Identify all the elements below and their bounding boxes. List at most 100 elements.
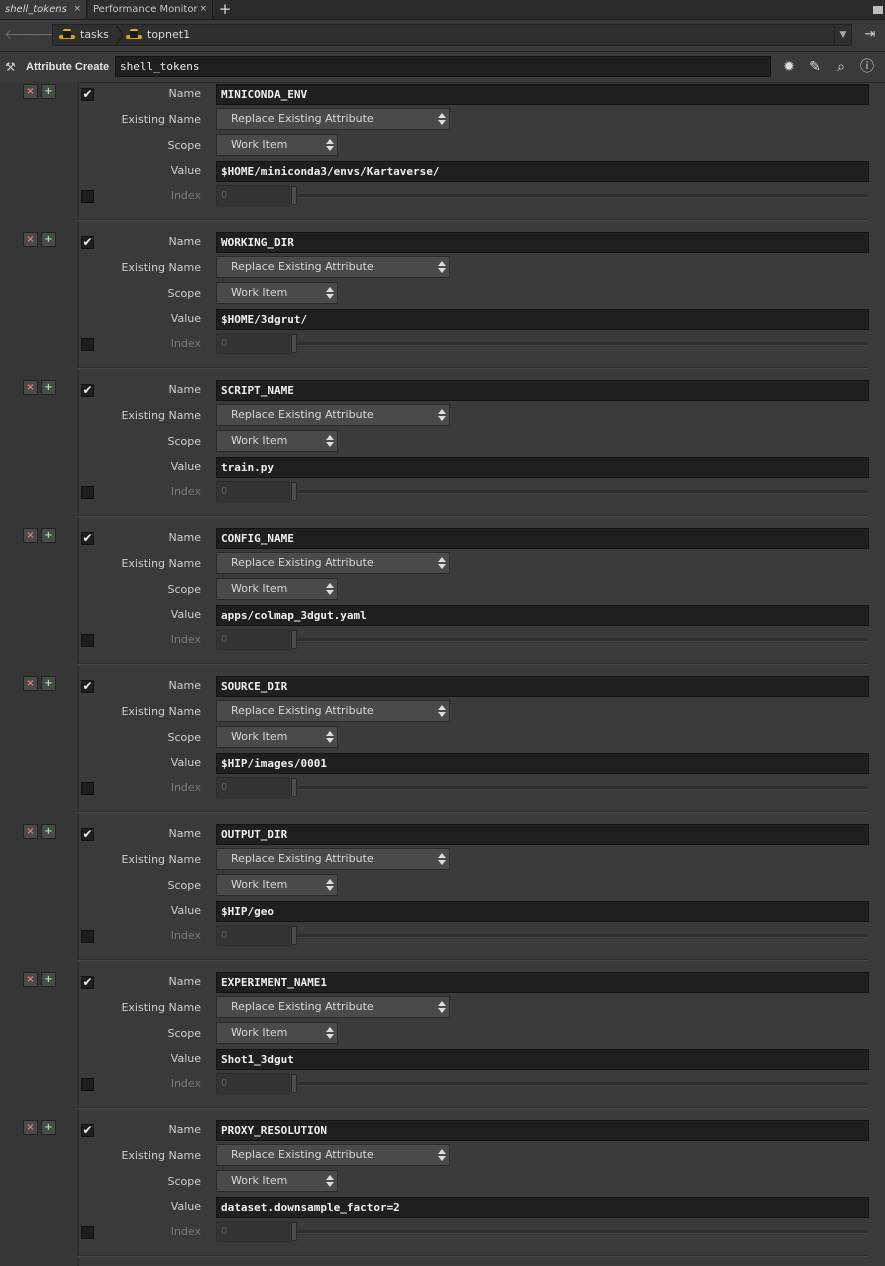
index-enable-checkbox[interactable] [81,190,94,203]
node-name-field[interactable]: shell_tokens [115,56,771,77]
node-type-icon[interactable]: ⚒ [5,59,21,75]
scope-menu[interactable]: Work Item [216,874,338,896]
existing-name-menu[interactable]: Replace Existing Attribute [216,700,450,722]
index-field[interactable]: 0 [216,333,290,354]
index-enable-checkbox[interactable] [81,1226,94,1239]
index-slider[interactable] [291,185,868,206]
name-enable-checkbox[interactable]: ✔ [81,236,94,249]
remove-entry-icon[interactable]: × [23,84,38,99]
index-enable-checkbox[interactable] [81,782,94,795]
scope-menu[interactable]: Work Item [216,1170,338,1192]
name-enable-checkbox[interactable]: ✔ [81,1124,94,1137]
breadcrumb-tasks[interactable]: tasks [59,25,109,45]
remove-entry-icon[interactable]: × [23,232,38,247]
index-field[interactable]: 0 [216,481,290,502]
existing-name-menu[interactable]: Replace Existing Attribute [216,552,450,574]
breadcrumb-topnet1[interactable]: topnet1 [126,25,190,45]
value-field[interactable]: apps/colmap_3dgut.yaml [216,605,869,626]
index-slider[interactable] [291,629,868,650]
index-field[interactable]: 0 [216,925,290,946]
scope-menu[interactable]: Work Item [216,1022,338,1044]
insert-entry-icon[interactable]: + [41,84,56,99]
index-field[interactable]: 0 [216,1221,290,1242]
remove-entry-icon[interactable]: × [23,676,38,691]
name-enable-checkbox[interactable]: ✔ [81,384,94,397]
existing-name-menu[interactable]: Replace Existing Attribute [216,256,450,278]
add-tab-icon[interactable]: + [216,0,234,19]
name-field[interactable]: WORKING_DIR [216,232,869,253]
index-enable-checkbox[interactable] [81,1078,94,1091]
existing-name-menu[interactable]: Replace Existing Attribute [216,1144,450,1166]
value-field[interactable]: dataset.downsample_factor=2 [216,1197,869,1218]
remove-entry-icon[interactable]: × [23,380,38,395]
scope-menu[interactable]: Work Item [216,726,338,748]
index-slider[interactable] [291,333,868,354]
index-slider[interactable] [291,777,868,798]
index-field[interactable]: 0 [216,629,290,650]
name-field[interactable]: CONFIG_NAME [216,528,869,549]
insert-entry-icon[interactable]: + [41,824,56,839]
slider-handle[interactable] [291,926,297,945]
insert-entry-icon[interactable]: + [41,380,56,395]
remove-entry-icon[interactable]: × [23,972,38,987]
name-field[interactable]: OUTPUT_DIR [216,824,869,845]
tab-performance-monitor[interactable]: Performance Monitor × [88,0,213,19]
existing-name-menu[interactable]: Replace Existing Attribute [216,848,450,870]
index-enable-checkbox[interactable] [81,486,94,499]
existing-name-menu[interactable]: Replace Existing Attribute [216,404,450,426]
slider-handle[interactable] [291,630,297,649]
index-enable-checkbox[interactable] [81,930,94,943]
info-icon[interactable]: ⓘ [857,58,877,76]
index-slider[interactable] [291,481,868,502]
gear-icon[interactable]: ✹ [779,58,799,76]
index-field[interactable]: 0 [216,1073,290,1094]
index-enable-checkbox[interactable] [81,634,94,647]
back-arrow-icon[interactable]: 🡐 [4,28,42,42]
remove-entry-icon[interactable]: × [23,1120,38,1135]
brush-icon[interactable]: ✎ [805,58,825,76]
name-field[interactable]: MINICONDA_ENV [216,84,869,105]
remove-entry-icon[interactable]: × [23,528,38,543]
slider-handle[interactable] [291,778,297,797]
value-field[interactable]: $HOME/3dgrut/ [216,309,869,330]
insert-entry-icon[interactable]: + [41,1120,56,1135]
name-enable-checkbox[interactable]: ✔ [81,828,94,841]
index-slider[interactable] [291,925,868,946]
index-field[interactable]: 0 [216,777,290,798]
scope-menu[interactable]: Work Item [216,578,338,600]
existing-name-menu[interactable]: Replace Existing Attribute [216,108,450,130]
index-field[interactable]: 0 [216,185,290,206]
forward-arrow-icon[interactable]: 🡒 [27,28,65,42]
value-field[interactable]: $HIP/geo [216,901,869,922]
pane-menu-icon[interactable] [873,6,883,14]
network-path[interactable]: tasks topnet1 ▼ [52,24,852,46]
insert-entry-icon[interactable]: + [41,676,56,691]
insert-entry-icon[interactable]: + [41,528,56,543]
remove-entry-icon[interactable]: × [23,824,38,839]
index-slider[interactable] [291,1221,868,1242]
slider-handle[interactable] [291,1222,297,1241]
index-enable-checkbox[interactable] [81,338,94,351]
existing-name-menu[interactable]: Replace Existing Attribute [216,996,450,1018]
name-enable-checkbox[interactable]: ✔ [81,88,94,101]
insert-entry-icon[interactable]: + [41,232,56,247]
close-icon[interactable]: × [73,0,81,19]
name-field[interactable]: SCRIPT_NAME [216,380,869,401]
scope-menu[interactable]: Work Item [216,134,338,156]
close-icon[interactable]: × [199,0,207,19]
tab-shell-tokens[interactable]: shell_tokens × [0,0,87,19]
path-dropdown-icon[interactable]: ▼ [834,25,851,45]
name-field[interactable]: PROXY_RESOLUTION [216,1120,869,1141]
scope-menu[interactable]: Work Item [216,282,338,304]
value-field[interactable]: Shot1_3dgut [216,1049,869,1070]
search-icon[interactable]: ⌕ [831,58,851,76]
slider-handle[interactable] [291,1074,297,1093]
insert-entry-icon[interactable]: + [41,972,56,987]
slider-handle[interactable] [291,482,297,501]
value-field[interactable]: $HIP/images/0001 [216,753,869,774]
slider-handle[interactable] [291,186,297,205]
name-field[interactable]: EXPERIMENT_NAME1 [216,972,869,993]
value-field[interactable]: $HOME/miniconda3/envs/Kartaverse/ [216,161,869,182]
scope-menu[interactable]: Work Item [216,430,338,452]
slider-handle[interactable] [291,334,297,353]
